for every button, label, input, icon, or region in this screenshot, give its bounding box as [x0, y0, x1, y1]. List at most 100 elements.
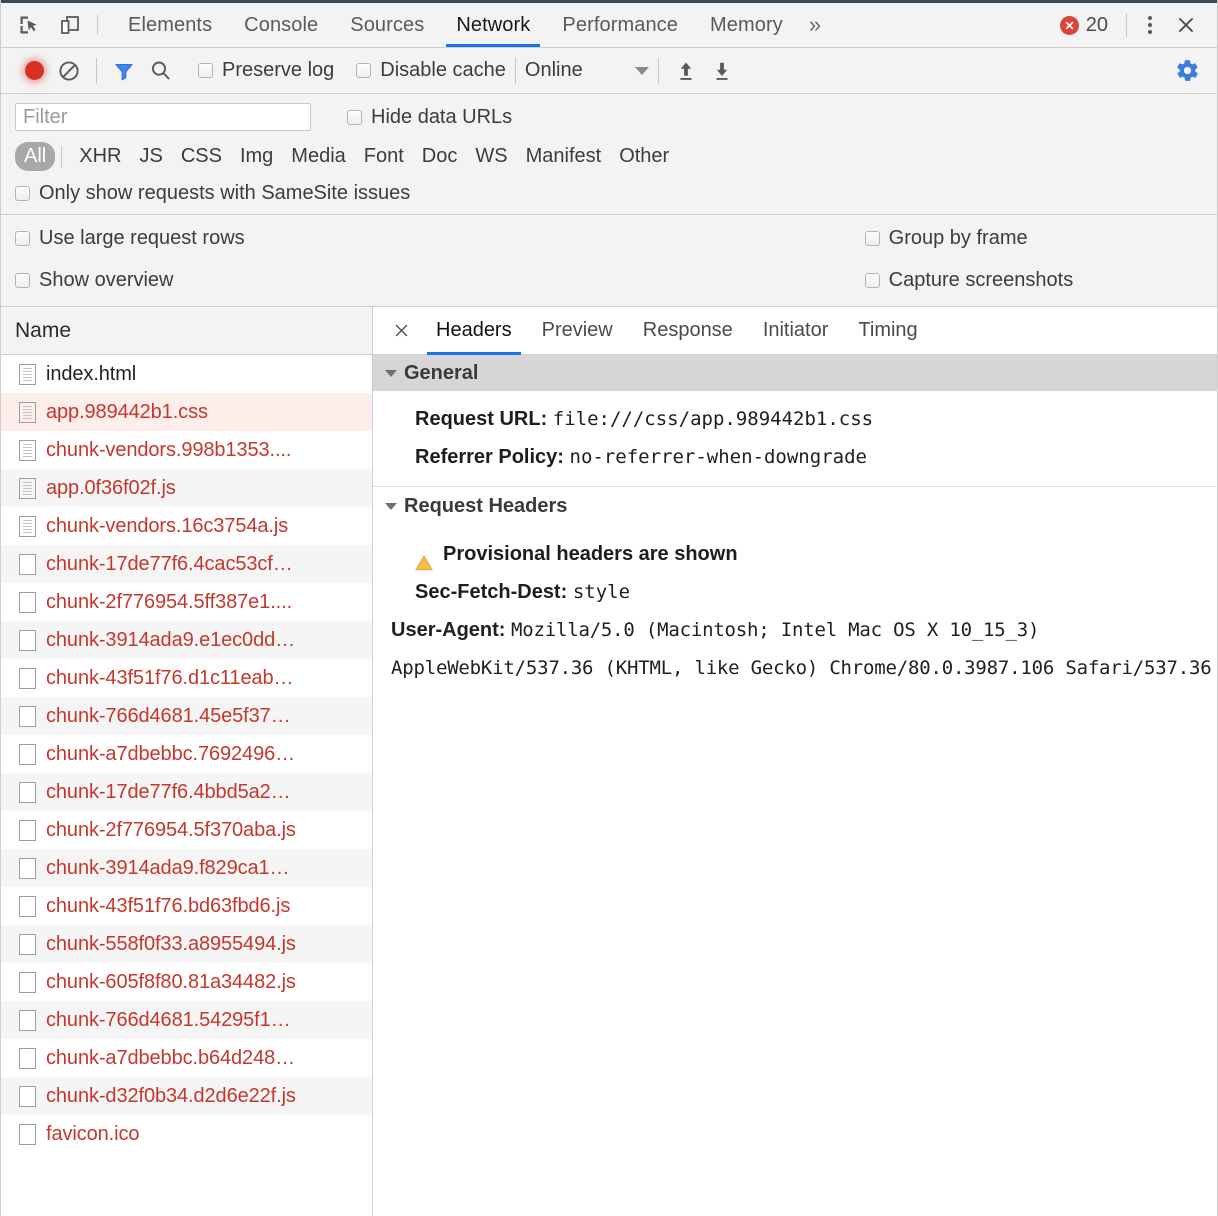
request-row[interactable]: chunk-3914ada9.f829ca1… [1, 849, 372, 887]
preserve-log-checkbox[interactable]: Preserve log [198, 59, 334, 82]
tab-console[interactable]: Console [228, 3, 334, 47]
column-header-name[interactable]: Name [1, 307, 372, 355]
document-blank-icon [19, 553, 36, 575]
type-filter-all[interactable]: All [15, 142, 56, 171]
header-key: Request URL: [415, 408, 548, 430]
request-row[interactable]: chunk-17de77f6.4cac53cf… [1, 545, 372, 583]
tabbar-divider [97, 15, 98, 35]
type-filter-media[interactable]: Media [282, 142, 354, 171]
filter-input[interactable] [15, 103, 311, 131]
use-large-request-rows-label: Use large request rows [39, 227, 245, 249]
checkbox-box [864, 231, 880, 246]
request-name: chunk-43f51f76.d1c11eab… [46, 666, 294, 689]
document-blank-icon [19, 1085, 36, 1107]
detail-tab-label: Initiator [762, 319, 829, 341]
group-by-frame-checkbox[interactable]: Group by frame [864, 227, 1074, 250]
import-har-icon[interactable] [668, 54, 704, 88]
disable-cache-checkbox[interactable]: Disable cache [356, 59, 506, 82]
more-tabs-icon[interactable]: » [799, 3, 831, 47]
request-row[interactable]: app.989442b1.css [1, 393, 372, 431]
samesite-issues-checkbox[interactable]: Only show requests with SameSite issues [15, 182, 1217, 205]
record-button-icon[interactable] [17, 54, 51, 88]
request-name: chunk-17de77f6.4bbd5a2… [46, 780, 291, 803]
tab-elements[interactable]: Elements [112, 3, 228, 47]
request-name: app.0f36f02f.js [46, 476, 176, 499]
request-row[interactable]: chunk-a7dbebbc.b64d248… [1, 1039, 372, 1077]
request-headers-section-body: Provisional headers are shown Sec-Fetch-… [373, 526, 1217, 697]
document-blank-icon [19, 629, 36, 651]
request-row[interactable]: chunk-vendors.16c3754a.js [1, 507, 372, 545]
request-row[interactable]: chunk-558f0f33.a8955494.js [1, 925, 372, 963]
tab-network[interactable]: Network [440, 3, 546, 47]
request-name: chunk-a7dbebbc.7692496… [46, 742, 296, 765]
filter-funnel-icon[interactable] [106, 54, 142, 88]
capture-screenshots-checkbox[interactable]: Capture screenshots [864, 269, 1074, 292]
samesite-row: Only show requests with SameSite issues [15, 182, 1217, 214]
filter-row: Hide data URLs [15, 103, 1217, 131]
request-row[interactable]: chunk-2f776954.5ff387e1.... [1, 583, 372, 621]
tab-response[interactable]: Response [628, 307, 748, 354]
request-headers-section-header[interactable]: Request Headers [373, 486, 1217, 526]
request-row[interactable]: chunk-17de77f6.4bbd5a2… [1, 773, 372, 811]
export-har-icon[interactable] [704, 54, 740, 88]
clear-icon[interactable] [51, 54, 87, 88]
error-count-badge[interactable]: 20 [1054, 14, 1120, 37]
type-filter-other[interactable]: Other [610, 142, 678, 171]
throttling-dropdown[interactable]: Online [525, 59, 649, 82]
tab-initiator[interactable]: Initiator [748, 307, 844, 354]
request-row[interactable]: index.html [1, 355, 372, 393]
request-row[interactable]: chunk-766d4681.54295f1… [1, 1001, 372, 1039]
type-filter-font[interactable]: Font [355, 142, 413, 171]
request-row[interactable]: chunk-vendors.998b1353.... [1, 431, 372, 469]
checkbox-box [15, 186, 30, 201]
close-icon[interactable] [381, 307, 421, 354]
header-value: no-referrer-when-downgrade [569, 446, 867, 468]
device-toolbar-icon[interactable] [56, 11, 84, 39]
header-key: User-Agent: [391, 619, 506, 641]
tabbar-right-icons: 20 [1054, 3, 1217, 47]
type-filter-doc[interactable]: Doc [413, 142, 467, 171]
document-blank-icon [19, 1047, 36, 1069]
tab-timing[interactable]: Timing [843, 307, 932, 354]
request-row[interactable]: favicon.ico [1, 1115, 372, 1153]
type-filter-js[interactable]: JS [130, 142, 171, 171]
inspect-element-icon[interactable] [15, 11, 43, 39]
tab-sources[interactable]: Sources [334, 3, 440, 47]
request-row[interactable]: chunk-2f776954.5f370aba.js [1, 811, 372, 849]
request-name: chunk-17de77f6.4cac53cf… [46, 552, 293, 575]
request-row[interactable]: chunk-605f8f80.81a34482.js [1, 963, 372, 1001]
use-large-request-rows-checkbox[interactable]: Use large request rows [15, 227, 245, 250]
general-section-header[interactable]: General [373, 355, 1217, 391]
header-value: Mozilla/5.0 (Macintosh; Intel Mac OS X 1… [391, 619, 1212, 679]
request-headers-section-title: Request Headers [404, 495, 568, 517]
request-row[interactable]: chunk-a7dbebbc.7692496… [1, 735, 372, 773]
document-lined-icon [19, 515, 36, 537]
tab-performance[interactable]: Performance [546, 3, 694, 47]
request-row[interactable]: chunk-43f51f76.bd63fbd6.js [1, 887, 372, 925]
hide-data-urls-checkbox[interactable]: Hide data URLs [347, 106, 512, 129]
document-blank-icon [19, 933, 36, 955]
filter-bar: Hide data URLs All XHR JS CSS Img Media … [1, 94, 1217, 214]
tab-preview[interactable]: Preview [527, 307, 628, 354]
type-filter-ws[interactable]: WS [466, 142, 516, 171]
type-filter-manifest[interactable]: Manifest [517, 142, 611, 171]
headers-content: General Request URL: file:///css/app.989… [373, 355, 1217, 1216]
type-filter-img[interactable]: Img [231, 142, 282, 171]
request-row[interactable]: app.0f36f02f.js [1, 469, 372, 507]
show-overview-checkbox[interactable]: Show overview [15, 269, 245, 292]
request-row[interactable]: chunk-766d4681.45e5f37… [1, 697, 372, 735]
close-icon[interactable] [1167, 8, 1205, 42]
gear-icon[interactable] [1169, 54, 1205, 88]
request-row[interactable]: chunk-3914ada9.e1ec0dd… [1, 621, 372, 659]
capture-screenshots-label: Capture screenshots [888, 269, 1074, 291]
tabbar-left-icons [1, 3, 84, 47]
request-row[interactable]: chunk-d32f0b34.d2d6e22f.js [1, 1077, 372, 1115]
type-filter-css[interactable]: CSS [172, 142, 231, 171]
type-filter-xhr[interactable]: XHR [70, 142, 130, 171]
request-row[interactable]: chunk-43f51f76.d1c11eab… [1, 659, 372, 697]
tab-memory[interactable]: Memory [694, 3, 799, 47]
tab-headers[interactable]: Headers [421, 307, 527, 355]
search-icon[interactable] [142, 54, 178, 88]
request-name: chunk-766d4681.54295f1… [46, 1008, 291, 1031]
more-options-icon[interactable] [1133, 8, 1167, 42]
